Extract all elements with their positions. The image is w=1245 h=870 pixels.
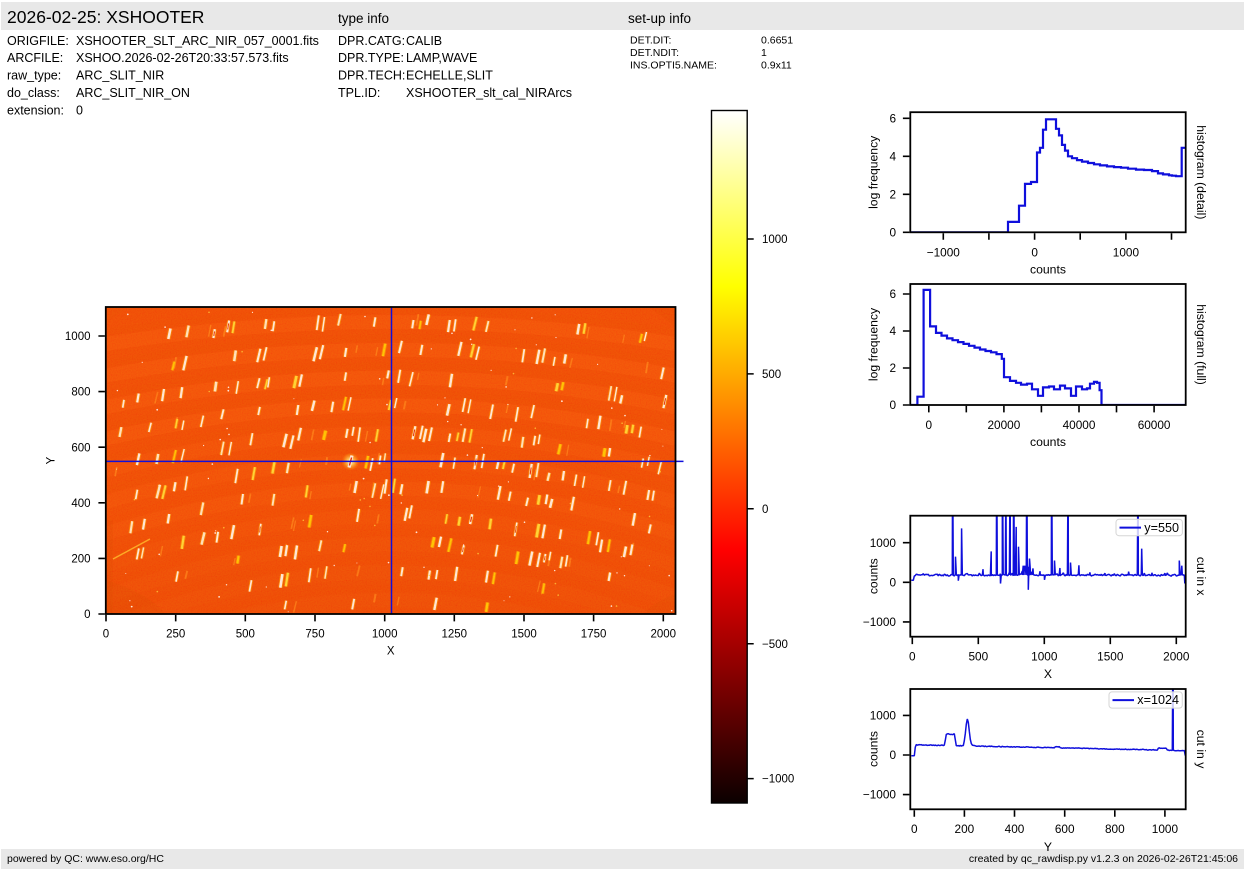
svg-text:4: 4: [889, 324, 896, 338]
svg-text:750: 750: [305, 629, 324, 641]
svg-text:−1000: −1000: [762, 774, 794, 786]
svg-text:1000: 1000: [372, 629, 398, 641]
svg-text:1000: 1000: [1113, 246, 1140, 260]
svg-text:500: 500: [968, 650, 988, 664]
svg-text:40000: 40000: [1063, 418, 1096, 432]
svg-text:powered by QC: www.eso.org/HC: powered by QC: www.eso.org/HC: [7, 853, 164, 865]
svg-text:250: 250: [166, 629, 185, 641]
svg-text:ARC_SLIT_NIR: ARC_SLIT_NIR: [76, 69, 164, 83]
svg-text:counts: counts: [1030, 263, 1066, 277]
svg-text:0: 0: [889, 748, 896, 762]
svg-text:−1000: −1000: [927, 246, 961, 260]
svg-text:ARC_SLIT_NIR_ON: ARC_SLIT_NIR_ON: [76, 86, 190, 100]
svg-text:do_class:: do_class:: [7, 86, 60, 100]
svg-text:TPL.ID:: TPL.ID:: [338, 86, 380, 100]
svg-text:0: 0: [909, 650, 916, 664]
svg-text:−500: −500: [762, 639, 788, 651]
svg-text:2: 2: [889, 361, 896, 375]
svg-text:0: 0: [911, 822, 918, 836]
svg-text:1000: 1000: [1031, 650, 1058, 664]
svg-text:0: 0: [762, 504, 768, 516]
svg-text:600: 600: [1055, 822, 1075, 836]
svg-text:X: X: [387, 646, 395, 658]
svg-text:0: 0: [889, 398, 896, 412]
svg-text:1500: 1500: [1097, 650, 1124, 664]
svg-text:DPR.TECH:: DPR.TECH:: [338, 69, 405, 83]
svg-text:1000: 1000: [870, 709, 897, 723]
svg-text:x=1024: x=1024: [1137, 693, 1179, 707]
svg-text:0: 0: [84, 609, 90, 621]
svg-text:ECHELLE,SLIT: ECHELLE,SLIT: [406, 69, 493, 83]
svg-text:0.6651: 0.6651: [761, 35, 793, 47]
svg-text:LAMP,WAVE: LAMP,WAVE: [406, 51, 477, 65]
svg-text:500: 500: [236, 629, 255, 641]
svg-text:Y: Y: [45, 456, 57, 464]
svg-text:0: 0: [889, 225, 896, 239]
svg-text:1000: 1000: [1152, 822, 1179, 836]
svg-text:XSHOO.2026-02-26T20:33:57.573.: XSHOO.2026-02-26T20:33:57.573.fits: [76, 51, 289, 65]
svg-text:0: 0: [103, 629, 109, 641]
svg-text:2000: 2000: [1163, 650, 1190, 664]
svg-text:0.9x11: 0.9x11: [761, 60, 792, 72]
svg-text:DPR.CATG:: DPR.CATG:: [338, 34, 405, 48]
svg-text:4: 4: [889, 149, 896, 163]
svg-text:1750: 1750: [581, 629, 607, 641]
svg-text:cut in x: cut in x: [1194, 557, 1208, 596]
svg-text:counts: counts: [866, 558, 880, 594]
svg-text:−1000: −1000: [863, 615, 897, 629]
svg-text:type info: type info: [338, 11, 389, 26]
svg-text:600: 600: [71, 442, 90, 454]
svg-text:raw_type:: raw_type:: [7, 69, 61, 83]
svg-text:0: 0: [889, 575, 896, 589]
svg-text:0: 0: [926, 418, 933, 432]
svg-text:DPR.TYPE:: DPR.TYPE:: [338, 51, 404, 65]
svg-text:400: 400: [71, 498, 90, 510]
svg-text:counts: counts: [866, 731, 880, 767]
svg-text:20000: 20000: [987, 418, 1020, 432]
svg-text:CALIB: CALIB: [406, 34, 442, 48]
svg-text:histogram (detail): histogram (detail): [1194, 125, 1208, 219]
svg-text:6: 6: [889, 111, 896, 125]
svg-text:800: 800: [71, 387, 90, 399]
svg-text:XSHOOTER_slt_cal_NIRArcs: XSHOOTER_slt_cal_NIRArcs: [406, 86, 572, 100]
svg-text:XSHOOTER_SLT_ARC_NIR_057_0001.: XSHOOTER_SLT_ARC_NIR_057_0001.fits: [76, 34, 319, 48]
svg-text:1000: 1000: [65, 331, 91, 343]
svg-text:800: 800: [1105, 822, 1125, 836]
svg-text:−1000: −1000: [863, 788, 897, 802]
svg-text:DET.NDIT:: DET.NDIT:: [630, 47, 679, 59]
svg-text:counts: counts: [1030, 435, 1066, 449]
svg-text:0: 0: [1031, 246, 1038, 260]
svg-text:X: X: [1044, 667, 1052, 681]
svg-text:ORIGFILE:: ORIGFILE:: [7, 34, 69, 48]
svg-text:log frequency: log frequency: [866, 307, 880, 381]
svg-text:200: 200: [955, 822, 975, 836]
svg-text:1000: 1000: [762, 234, 788, 246]
svg-text:6: 6: [889, 287, 896, 301]
svg-text:2000: 2000: [651, 629, 677, 641]
svg-text:500: 500: [762, 369, 781, 381]
svg-text:1500: 1500: [511, 629, 537, 641]
svg-text:ARCFILE:: ARCFILE:: [7, 51, 63, 65]
svg-text:1250: 1250: [442, 629, 468, 641]
svg-text:Y: Y: [1044, 840, 1052, 854]
svg-text:DET.DIT:: DET.DIT:: [630, 35, 671, 47]
svg-text:0: 0: [76, 104, 83, 118]
svg-text:2: 2: [889, 187, 896, 201]
svg-text:2026-02-25: XSHOOTER: 2026-02-25: XSHOOTER: [7, 7, 204, 27]
svg-text:extension:: extension:: [7, 104, 64, 118]
svg-text:histogram (full): histogram (full): [1194, 304, 1208, 385]
svg-text:log frequency: log frequency: [866, 135, 880, 209]
svg-text:60000: 60000: [1138, 418, 1171, 432]
svg-text:set-up info: set-up info: [628, 11, 691, 26]
svg-text:400: 400: [1005, 822, 1025, 836]
svg-text:INS.OPTI5.NAME:: INS.OPTI5.NAME:: [630, 60, 717, 72]
svg-text:1: 1: [761, 47, 767, 59]
svg-text:cut in y: cut in y: [1194, 730, 1208, 770]
svg-text:y=550: y=550: [1144, 521, 1179, 535]
svg-text:1000: 1000: [870, 536, 897, 550]
svg-text:200: 200: [71, 554, 90, 566]
svg-text:created by qc_rawdisp.py v1.2.: created by qc_rawdisp.py v1.2.3 on 2026-…: [969, 853, 1238, 865]
